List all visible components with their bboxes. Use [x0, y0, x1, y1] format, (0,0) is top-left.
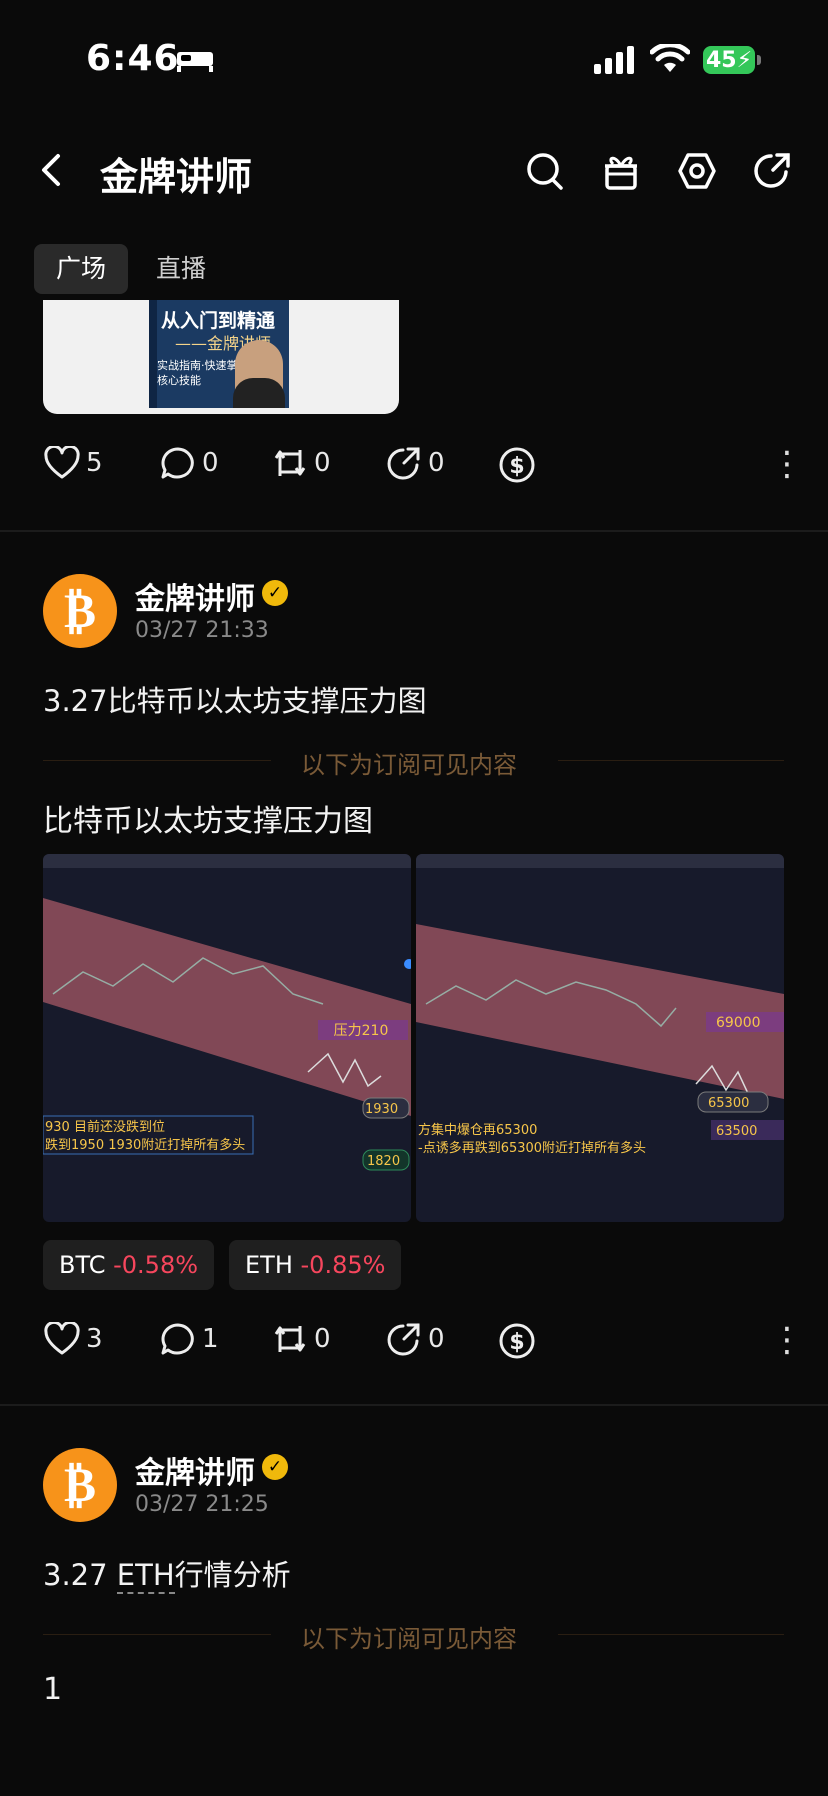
- share-arrow-icon: [387, 1323, 420, 1356]
- status-time: 6:46: [86, 38, 180, 79]
- back-icon[interactable]: [38, 150, 64, 190]
- post-body: 1: [43, 1672, 63, 1707]
- chart-note-line2: 跌到1950 1930附近打掉所有多头: [45, 1137, 245, 1153]
- subscribe-label: 以下为订阅可见内容: [301, 1625, 517, 1653]
- post-divider: [0, 530, 828, 532]
- post-title-prefix: 3.27: [43, 1558, 117, 1592]
- subscribe-divider-right: [558, 760, 784, 761]
- wifi-icon: [650, 44, 690, 72]
- repost-button[interactable]: 0: [272, 446, 331, 480]
- comment-button[interactable]: 1: [160, 1322, 219, 1356]
- comment-icon: [161, 447, 194, 479]
- avatar[interactable]: ₿: [43, 1448, 117, 1522]
- settings-icon[interactable]: [678, 152, 716, 190]
- coin-change: -0.85%: [300, 1251, 386, 1279]
- gift-icon[interactable]: [603, 152, 639, 190]
- chart-label-65300: 65300: [708, 1096, 749, 1111]
- share-arrow-icon: [387, 447, 420, 480]
- coin-change: -0.58%: [113, 1251, 199, 1279]
- author-name[interactable]: 金牌讲师: [135, 574, 255, 618]
- like-button[interactable]: 3: [44, 1322, 103, 1356]
- chart-image-btc[interactable]: 压力210 1930 1820 930 目前还没跌到位 跌到1950 1930附…: [43, 854, 411, 1222]
- search-icon[interactable]: [526, 152, 564, 192]
- subscribe-divider-left: [43, 1634, 271, 1635]
- book-cover: 从入门到精通 ——金牌讲师 实战指南·快速掌握交易 核心技能: [149, 300, 289, 408]
- tip-button[interactable]: $: [498, 446, 536, 484]
- coin-symbol: BTC: [59, 1251, 106, 1279]
- share-post-button[interactable]: 0: [386, 446, 445, 480]
- subscribe-divider-left: [43, 760, 271, 761]
- chart-label-63500: 63500: [716, 1124, 757, 1139]
- post-divider: [0, 1404, 828, 1406]
- like-count: 5: [86, 448, 103, 478]
- cellular-signal-icon: [594, 46, 634, 74]
- chart-note-line1: 930 目前还没跌到位: [45, 1119, 165, 1135]
- book-spine: [149, 300, 157, 408]
- chart-note-line1: 方集中爆仓再65300: [418, 1122, 537, 1138]
- coin-symbol: ETH: [245, 1251, 293, 1279]
- author-name[interactable]: 金牌讲师: [135, 1448, 255, 1492]
- repost-button[interactable]: 0: [272, 1322, 331, 1356]
- repost-icon: [274, 1326, 306, 1352]
- share-post-button[interactable]: 0: [386, 1322, 445, 1356]
- sleep-mode-icon: [177, 52, 213, 72]
- tip-button[interactable]: $: [498, 1322, 536, 1360]
- tip-icon: $: [499, 1323, 535, 1359]
- post-date: 03/27 21:25: [135, 1492, 269, 1517]
- chart-label-pressure: 压力210: [334, 1023, 389, 1039]
- post-title[interactable]: 3.27 ETH行情分析: [43, 1552, 291, 1594]
- battery-indicator: 45 ⚡: [703, 46, 755, 74]
- coin-tag-btc[interactable]: BTC -0.58%: [43, 1240, 215, 1290]
- verified-badge-icon: ✓: [262, 580, 288, 606]
- more-icon[interactable]: ⋮: [770, 1320, 804, 1360]
- subscribe-label: 以下为订阅可见内容: [301, 751, 517, 779]
- post-title-suffix: 行情分析: [174, 1558, 291, 1592]
- chart-note-line2: -点诱多再跌到65300附近打掉所有多头: [418, 1140, 646, 1156]
- post-body: 比特币以太坊支撑压力图: [43, 804, 373, 839]
- repost-count: 0: [314, 448, 331, 478]
- coin-tag-eth[interactable]: ETH -0.85%: [229, 1240, 402, 1290]
- heart-icon: [44, 446, 80, 479]
- post-title[interactable]: 3.27比特币以太坊支撑压力图: [43, 678, 427, 720]
- page-title: 金牌讲师: [100, 155, 253, 199]
- chart-label-69000: 69000: [716, 1015, 761, 1031]
- chart-label-1820: 1820: [367, 1154, 400, 1169]
- repost-count: 0: [314, 1324, 331, 1354]
- share-count: 0: [428, 1324, 445, 1354]
- heart-icon: [44, 1322, 80, 1355]
- comment-button[interactable]: 0: [160, 446, 219, 480]
- tab-plaza[interactable]: 广场: [34, 244, 129, 294]
- chart-label-1930: 1930: [365, 1102, 398, 1117]
- like-count: 3: [86, 1324, 103, 1354]
- more-icon[interactable]: ⋮: [770, 444, 804, 484]
- share-icon[interactable]: [753, 152, 791, 190]
- tab-live[interactable]: 直播: [134, 244, 228, 294]
- verified-badge-icon: ✓: [262, 1454, 288, 1480]
- avatar[interactable]: ₿: [43, 574, 117, 648]
- post-date: 03/27 21:33: [135, 618, 269, 643]
- comment-count: 1: [202, 1324, 219, 1354]
- comment-count: 0: [202, 448, 219, 478]
- tip-icon: $: [499, 447, 535, 483]
- post-image-book-banner[interactable]: 从入门到精通 ——金牌讲师 实战指南·快速掌握交易 核心技能: [43, 300, 399, 414]
- repost-icon: [274, 450, 306, 476]
- chart-image-eth[interactable]: 69000 65300 63500 方集中爆仓再65300 -点诱多再跌到653…: [416, 854, 784, 1222]
- subscribe-divider-right: [558, 1634, 784, 1635]
- like-button[interactable]: 5: [44, 446, 103, 480]
- comment-icon: [161, 1323, 194, 1355]
- share-count: 0: [428, 448, 445, 478]
- coin-link[interactable]: ETH: [116, 1558, 175, 1594]
- battery-tip: [757, 55, 761, 65]
- svg-text:$: $: [509, 1330, 524, 1355]
- svg-text:$: $: [509, 454, 524, 479]
- author-photo-suit: [233, 378, 285, 408]
- book-title: 从入门到精通: [161, 310, 276, 332]
